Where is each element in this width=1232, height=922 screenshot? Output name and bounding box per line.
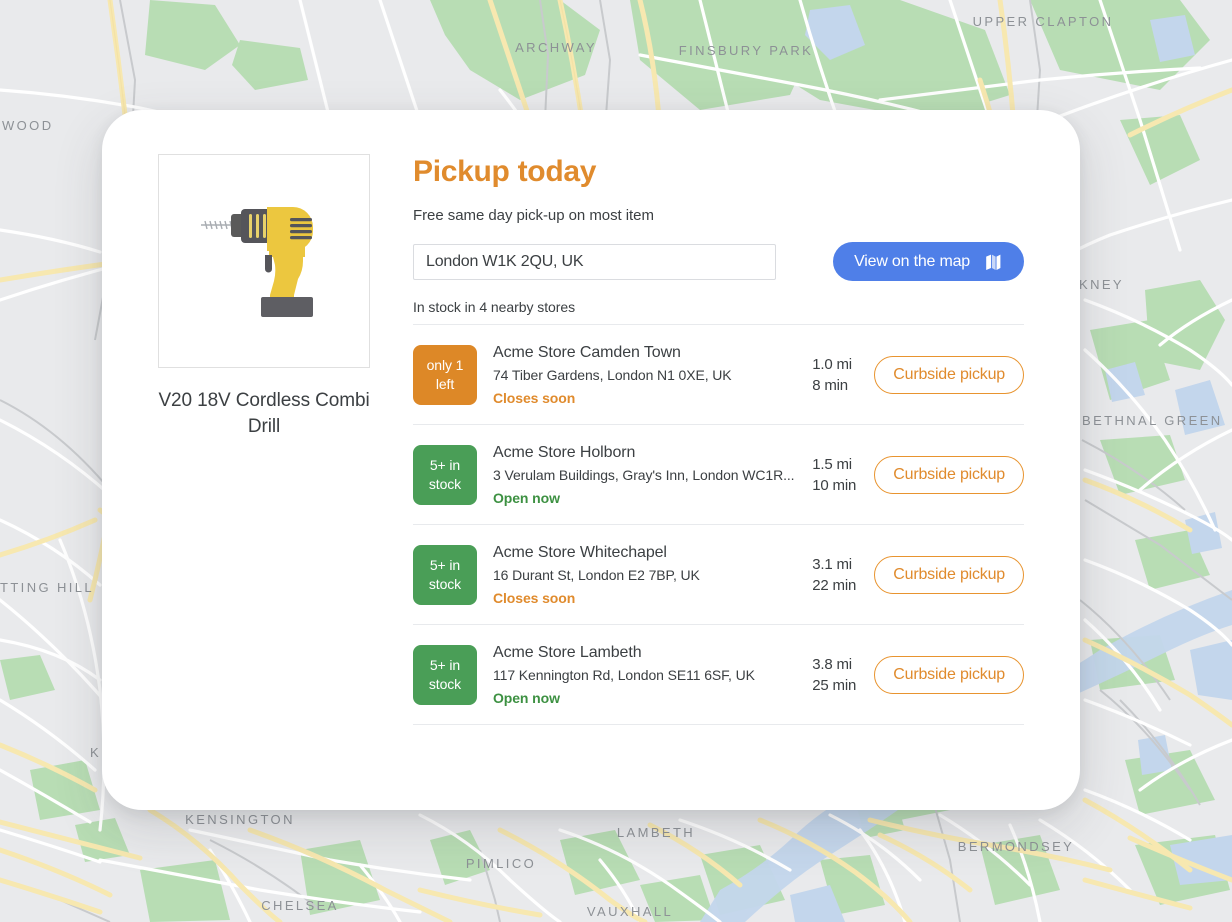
drill-bit [201, 220, 234, 230]
drill-battery [261, 297, 313, 317]
pickup-subtitle: Free same day pick-up on most item [413, 207, 654, 224]
store-name: Acme Store Holborn [493, 444, 636, 461]
svg-text:ARCHWAY: ARCHWAY [515, 40, 597, 55]
svg-text:VAUXHALL: VAUXHALL [587, 904, 673, 919]
cordless-drill-icon [201, 207, 313, 317]
svg-text:CHELSEA: CHELSEA [261, 898, 339, 913]
svg-text:UPPER CLAPTON: UPPER CLAPTON [973, 14, 1114, 29]
svg-text:KENSINGTON: KENSINGTON [185, 812, 295, 827]
store-distance-block: 1.0 mi 8 min [812, 354, 874, 396]
store-row[interactable]: 5+ in stock Acme Store Holborn 3 Verulam Bu… [413, 425, 1024, 525]
svg-text:K: K [90, 745, 101, 760]
location-input[interactable] [413, 243, 777, 280]
store-row[interactable]: 5+ in stock Acme Store Whitechapel 16 Duran… [413, 525, 1024, 625]
stock-badge: 5+ in stock [413, 445, 477, 505]
store-address: 3 Verulam Buildings, Gray's Inn, London … [493, 467, 795, 483]
svg-text:FINSBURY PARK: FINSBURY PARK [679, 43, 814, 58]
stock-badge-line1: 5+ in [429, 557, 461, 573]
stock-badge: 5+ in stock [413, 645, 477, 705]
store-duration: 25 min [812, 677, 857, 694]
store-distance: 3.8 mi [812, 656, 852, 673]
drill-collar-grooves [249, 214, 266, 238]
store-status: Open now [493, 490, 560, 506]
product-thumbnail[interactable] [158, 154, 370, 368]
store-duration: 10 min [812, 477, 857, 494]
page-title: Pickup today [413, 155, 597, 188]
svg-text:BERMONDSEY: BERMONDSEY [958, 839, 1074, 854]
view-on-map-label: View on the map [854, 252, 970, 270]
pickup-detail-column: Pickup today Free same day pick-up on mo… [370, 152, 1024, 810]
store-row[interactable]: only 1 left Acme Store Camden Town 74 Tiber… [413, 325, 1024, 425]
store-distance: 1.5 mi [812, 456, 852, 473]
view-on-map-button[interactable]: View on the map [833, 242, 1024, 281]
stock-badge: 5+ in stock [413, 545, 477, 605]
store-address: 74 Tiber Gardens, London N1 0XE, UK [493, 367, 732, 383]
store-name: Acme Store Camden Town [493, 344, 681, 361]
product-title: V20 18V Cordless Combi Drill [158, 390, 370, 437]
folded-map-icon [986, 254, 1001, 270]
store-distance-block: 3.1 mi 22 min [812, 554, 874, 596]
page-root: ARCHWAY FINSBURY PARK UPPER CLAPTON WOOD… [0, 0, 1232, 922]
store-info: Acme Store Holborn 3 Verulam Buildings, G… [477, 442, 812, 508]
product-column: V20 18V Cordless Combi Drill [158, 152, 370, 810]
store-name: Acme Store Whitechapel [493, 544, 667, 561]
stock-badge: only 1 left [413, 345, 477, 405]
store-info: Acme Store Lambeth 117 Kennington Rd, Lon… [477, 642, 812, 708]
store-distance-block: 1.5 mi 10 min [812, 454, 874, 496]
store-distance-block: 3.8 mi 25 min [812, 654, 874, 696]
location-search-row: View on the map [413, 242, 1024, 281]
pickup-card: V20 18V Cordless Combi Drill Pickup toda… [102, 110, 1080, 810]
store-address: 16 Durant St, London E2 7BP, UK [493, 567, 700, 583]
store-distance: 1.0 mi [812, 356, 852, 373]
stock-badge-line2: left [435, 376, 455, 392]
stock-badge-line1: 5+ in [429, 457, 461, 473]
drill-trigger [265, 255, 272, 273]
store-status: Closes soon [493, 590, 576, 606]
curbside-pickup-button[interactable]: Curbside pickup [874, 656, 1024, 694]
svg-text:TTING HILL: TTING HILL [0, 580, 94, 595]
svg-text:WOOD: WOOD [2, 118, 53, 133]
drill-handle [270, 249, 303, 303]
stock-summary: In stock in 4 nearby stores [413, 299, 576, 315]
store-info: Acme Store Camden Town 74 Tiber Gardens, … [477, 342, 812, 408]
svg-text:PIMLICO: PIMLICO [466, 856, 536, 871]
stock-badge-line1: 5+ in [429, 657, 461, 673]
stock-badge-line2: stock [428, 676, 462, 692]
svg-text:LAMBETH: LAMBETH [617, 825, 695, 840]
curbside-pickup-button[interactable]: Curbside pickup [874, 556, 1024, 594]
store-duration: 8 min [812, 377, 848, 394]
store-duration: 22 min [812, 577, 857, 594]
svg-text:BETHNAL GREEN: BETHNAL GREEN [1082, 413, 1223, 428]
store-status: Closes soon [493, 390, 576, 406]
stock-badge-line2: stock [428, 576, 462, 592]
svg-text:KNEY: KNEY [1079, 277, 1124, 292]
store-status: Open now [493, 690, 560, 706]
stock-badge-line2: stock [428, 476, 462, 492]
store-list: only 1 left Acme Store Camden Town 74 Tiber… [413, 325, 1024, 725]
store-info: Acme Store Whitechapel 16 Durant St, Lond… [477, 542, 812, 608]
stock-badge-line1: only 1 [426, 357, 464, 373]
store-name: Acme Store Lambeth [493, 644, 642, 661]
curbside-pickup-button[interactable]: Curbside pickup [874, 356, 1024, 394]
store-distance: 3.1 mi [812, 556, 852, 573]
store-address: 117 Kennington Rd, London SE11 6SF, UK [493, 667, 755, 683]
store-row[interactable]: 5+ in stock Acme Store Lambeth 117 Kenningt… [413, 625, 1024, 725]
curbside-pickup-button[interactable]: Curbside pickup [874, 456, 1024, 494]
